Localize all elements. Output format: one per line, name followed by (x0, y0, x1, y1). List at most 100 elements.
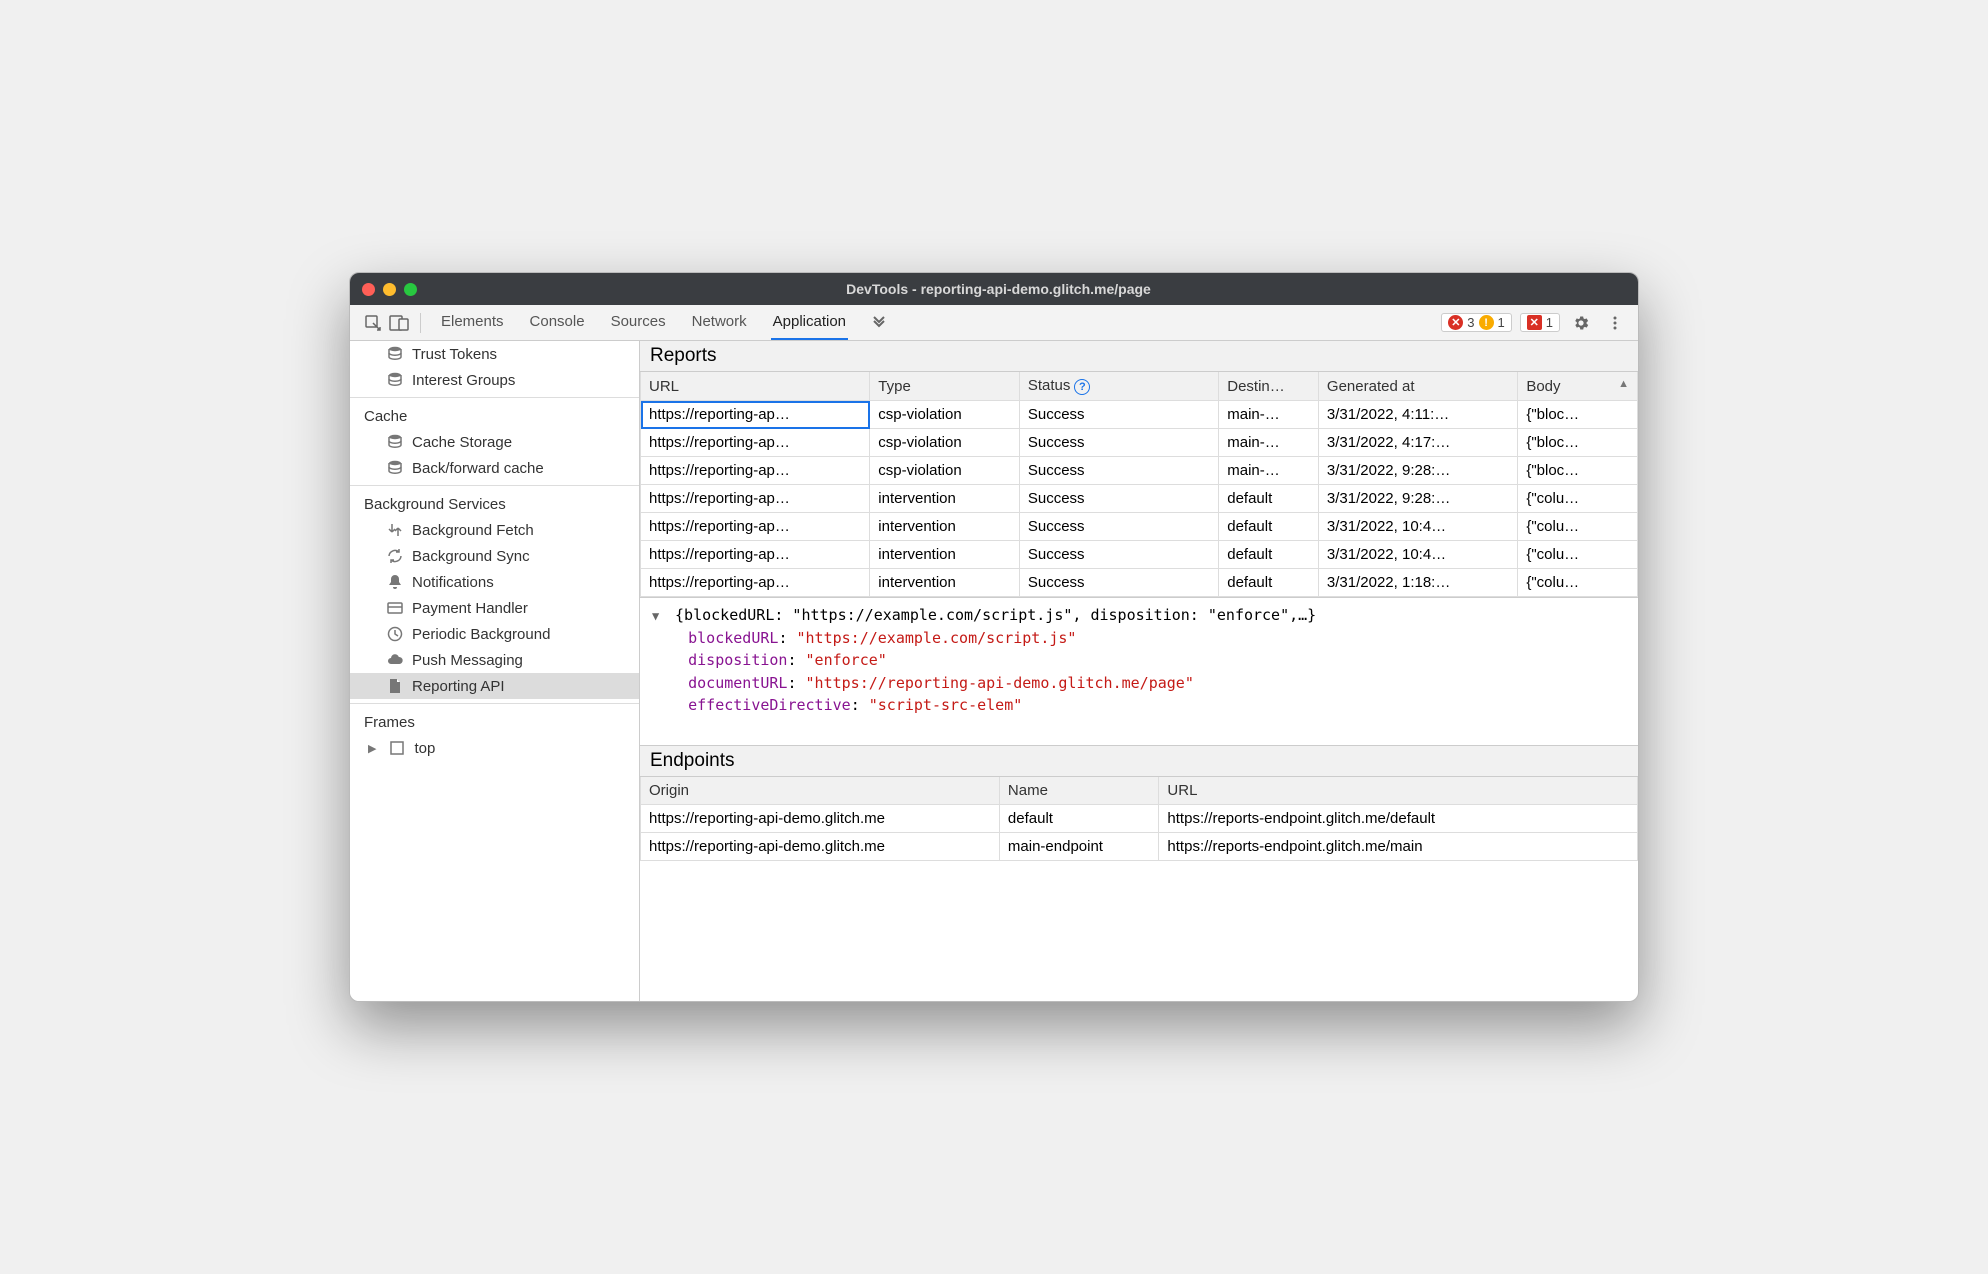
content-area: Reports URLTypeStatus?Destin…Generated a… (640, 341, 1638, 1001)
json-prop-effectiveDirective: effectiveDirective: "script-src-elem" (652, 694, 1626, 717)
report-cell-status: Success (1019, 457, 1218, 485)
sidebar-item-trust-tokens[interactable]: Trust Tokens (350, 341, 639, 367)
endpoints-title: Endpoints (640, 745, 1638, 777)
report-cell-dest: default (1219, 485, 1319, 513)
more-tabs-icon[interactable] (866, 310, 892, 336)
issues-badge[interactable]: ✕ 1 (1520, 313, 1560, 332)
main-area: Trust TokensInterest GroupsCacheCache St… (350, 341, 1638, 1001)
report-cell-type: intervention (870, 513, 1020, 541)
report-cell-dest: main-… (1219, 457, 1319, 485)
error-count: 3 (1467, 315, 1474, 330)
sidebar-item-cache-storage[interactable]: Cache Storage (350, 429, 639, 455)
report-cell-type: csp-violation (870, 457, 1020, 485)
sidebar-item-reporting-api[interactable]: Reporting API (350, 673, 639, 699)
sidebar-item-label: Periodic Background (412, 626, 550, 643)
sidebar-section-background-services: Background Services (350, 485, 639, 517)
tab-sources[interactable]: Sources (609, 305, 668, 340)
report-cell-status: Success (1019, 429, 1218, 457)
tab-elements[interactable]: Elements (439, 305, 506, 340)
report-cell-url: https://reporting-ap… (641, 401, 870, 429)
sidebar-item-label: Reporting API (412, 678, 505, 695)
tab-network[interactable]: Network (690, 305, 749, 340)
warning-icon: ! (1479, 315, 1494, 330)
panel-tabs: Elements Console Sources Network Application (439, 305, 848, 340)
sidebar-item-label: Payment Handler (412, 600, 528, 617)
error-icon: ✕ (1448, 315, 1463, 330)
inspect-element-icon[interactable] (360, 310, 386, 336)
disclosure-triangle-icon[interactable]: ▼ (652, 607, 666, 625)
report-row[interactable]: https://reporting-ap…csp-violationSucces… (641, 457, 1638, 485)
db-icon (386, 459, 404, 477)
console-errors-warnings-badge[interactable]: ✕ 3 ! 1 (1441, 313, 1511, 332)
report-cell-url: https://reporting-ap… (641, 541, 870, 569)
reports-col-url[interactable]: URL (641, 372, 870, 401)
endpoints-col-url[interactable]: URL (1159, 777, 1638, 805)
devtools-window: DevTools - reporting-api-demo.glitch.me/… (349, 272, 1639, 1002)
reports-header-row: URLTypeStatus?Destin…Generated atBody▲ (641, 372, 1638, 401)
endpoints-col-name[interactable]: Name (999, 777, 1159, 805)
report-row[interactable]: https://reporting-ap…csp-violationSucces… (641, 429, 1638, 457)
endpoints-table: OriginNameURL https://reporting-api-demo… (640, 777, 1638, 861)
sidebar-item-label: Background Fetch (412, 522, 534, 539)
fetch-icon (386, 521, 404, 539)
expand-arrow-icon: ▶ (368, 742, 376, 755)
report-row[interactable]: https://reporting-ap…interventionSuccess… (641, 541, 1638, 569)
report-cell-body: {"bloc… (1518, 457, 1638, 485)
reports-col-body[interactable]: Body▲ (1518, 372, 1638, 401)
report-cell-time: 3/31/2022, 10:4… (1318, 541, 1517, 569)
reports-col-type[interactable]: Type (870, 372, 1020, 401)
report-cell-status: Success (1019, 513, 1218, 541)
settings-gear-icon[interactable] (1568, 310, 1594, 336)
sidebar-item-background-sync[interactable]: Background Sync (350, 543, 639, 569)
report-cell-url: https://reporting-ap… (641, 485, 870, 513)
report-row[interactable]: https://reporting-ap…interventionSuccess… (641, 569, 1638, 597)
reports-col-status[interactable]: Status? (1019, 372, 1218, 401)
device-toolbar-icon[interactable] (386, 310, 412, 336)
report-cell-body: {"colu… (1518, 485, 1638, 513)
report-cell-body: {"colu… (1518, 569, 1638, 597)
endpoint-row[interactable]: https://reporting-api-demo.glitch.memain… (641, 833, 1638, 861)
db-icon (386, 433, 404, 451)
sidebar-item-background-fetch[interactable]: Background Fetch (350, 517, 639, 543)
report-cell-body: {"bloc… (1518, 429, 1638, 457)
report-cell-dest: default (1219, 569, 1319, 597)
kebab-menu-icon[interactable] (1602, 310, 1628, 336)
sidebar-item-label: Push Messaging (412, 652, 523, 669)
endpoint-cell-name: main-endpoint (999, 833, 1159, 861)
cloud-icon (386, 651, 404, 669)
sidebar-item-payment-handler[interactable]: Payment Handler (350, 595, 639, 621)
json-summary-line[interactable]: ▼ {blockedURL: "https://example.com/scri… (652, 604, 1626, 627)
json-prop-documentURL: documentURL: "https://reporting-api-demo… (652, 672, 1626, 695)
endpoint-cell-origin: https://reporting-api-demo.glitch.me (641, 833, 1000, 861)
sidebar-item-interest-groups[interactable]: Interest Groups (350, 367, 639, 393)
sidebar-item-notifications[interactable]: Notifications (350, 569, 639, 595)
sidebar-item-push-messaging[interactable]: Push Messaging (350, 647, 639, 673)
reports-col-generated-at[interactable]: Generated at (1318, 372, 1517, 401)
sidebar-item-back-forward-cache[interactable]: Back/forward cache (350, 455, 639, 481)
report-cell-dest: main-… (1219, 429, 1319, 457)
report-cell-status: Success (1019, 569, 1218, 597)
report-row[interactable]: https://reporting-ap…csp-violationSucces… (641, 401, 1638, 429)
report-cell-body: {"colu… (1518, 513, 1638, 541)
reports-col-destin-[interactable]: Destin… (1219, 372, 1319, 401)
endpoints-col-origin[interactable]: Origin (641, 777, 1000, 805)
tab-console[interactable]: Console (528, 305, 587, 340)
report-body-detail: ▼ {blockedURL: "https://example.com/scri… (640, 597, 1638, 745)
endpoint-cell-url: https://reports-endpoint.glitch.me/main (1159, 833, 1638, 861)
report-cell-time: 3/31/2022, 4:11:… (1318, 401, 1517, 429)
report-cell-type: csp-violation (870, 401, 1020, 429)
status-help-icon[interactable]: ? (1074, 379, 1090, 395)
report-cell-time: 3/31/2022, 1:18:… (1318, 569, 1517, 597)
card-icon (386, 599, 404, 617)
report-row[interactable]: https://reporting-ap…interventionSuccess… (641, 513, 1638, 541)
sidebar-item-label: Back/forward cache (412, 460, 544, 477)
report-cell-dest: default (1219, 513, 1319, 541)
sidebar-item-label: Trust Tokens (412, 346, 497, 363)
tab-application[interactable]: Application (771, 305, 848, 340)
endpoint-row[interactable]: https://reporting-api-demo.glitch.medefa… (641, 805, 1638, 833)
sidebar-item-top[interactable]: ▶top (350, 735, 639, 761)
sidebar-item-periodic-background[interactable]: Periodic Background (350, 621, 639, 647)
report-cell-status: Success (1019, 485, 1218, 513)
report-row[interactable]: https://reporting-ap…interventionSuccess… (641, 485, 1638, 513)
db-icon (386, 345, 404, 363)
